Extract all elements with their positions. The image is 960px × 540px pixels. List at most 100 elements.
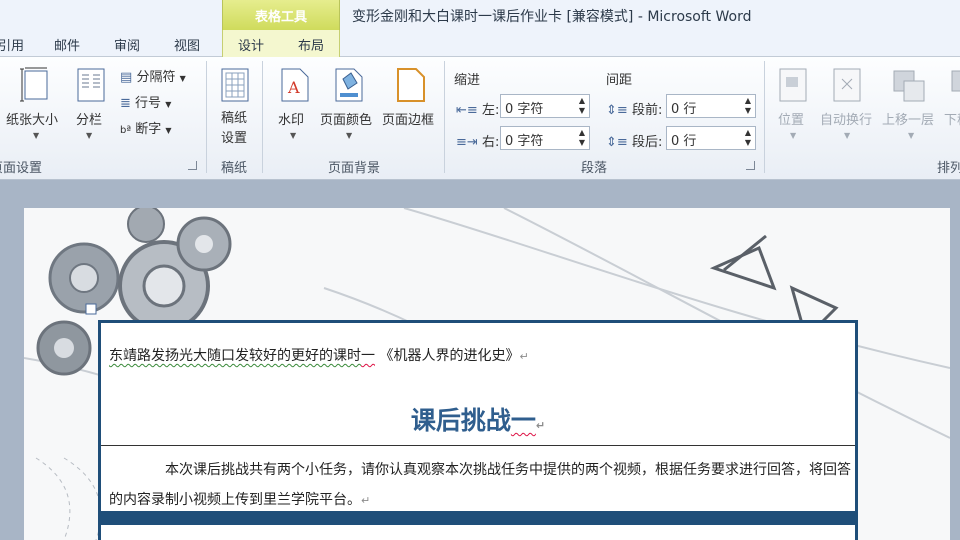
spinner-arrows-icon[interactable]: ▲ ▼ [579, 96, 585, 116]
paragraph-launcher[interactable] [746, 161, 755, 170]
document-paragraph[interactable]: 本次课后挑战共有两个小任务，请你认真观察本次挑战任务中提供的两个视频，根据任务要… [109, 455, 854, 516]
heading-text-b: 一 [510, 406, 536, 435]
indent-left-input[interactable]: 0 字符 ▲ ▼ [500, 94, 590, 118]
breaks-button[interactable]: ▤ 分隔符 ▼ [120, 66, 186, 85]
page-color-button[interactable]: 页面颜色 [320, 109, 372, 128]
ribbon-tab-bar: 引用 邮件 审阅 视图 设计 布局 [0, 30, 960, 57]
close-button[interactable] [930, 4, 960, 24]
spinner-arrows-icon[interactable]: ▲ ▼ [579, 128, 585, 148]
group-separator [444, 61, 445, 173]
indent-heading: 缩进 [454, 73, 481, 88]
paragraph-mark: ↵ [361, 494, 371, 507]
document-area[interactable]: 东靖路发扬光大随口发较好的更好的课时一 《机器人界的进化史》↵ 课后挑战一↵ 本… [0, 180, 960, 540]
page-setup-group-label: 页面设置 [0, 161, 42, 176]
send-backward-button[interactable]: 下移 [944, 109, 960, 128]
page-setup-launcher[interactable] [188, 161, 197, 170]
hyphenation-icon: bª [120, 125, 132, 136]
wrap-text-dropdown-icon: ▼ [844, 131, 851, 140]
indent-left-label: ⇤≡ 左: [456, 99, 499, 118]
indent-right-input[interactable]: 0 字符 ▲ ▼ [500, 126, 590, 150]
page-color-dropdown-icon: ▼ [346, 131, 353, 140]
paper-size-icon [20, 67, 48, 102]
columns-button[interactable]: 分栏 [76, 109, 102, 128]
manuscript-group-label: 稿纸 [220, 161, 247, 176]
position-button[interactable]: 位置 [778, 109, 804, 128]
watermark-dropdown-icon: ▼ [290, 131, 297, 140]
tab-layout[interactable]: 布局 [298, 35, 324, 54]
heading-text-a: 课后挑战 [410, 406, 511, 435]
spacing-after-label: ⇕≡ 段后: [606, 131, 662, 150]
paper-size-dropdown-icon: ▼ [33, 131, 40, 140]
line-numbers-icon: ≣ [120, 96, 131, 111]
indent-left-value: 0 字符 [505, 102, 544, 117]
document-heading[interactable]: 课后挑战一↵ [101, 401, 855, 437]
tab-review[interactable]: 审阅 [114, 35, 140, 54]
indent-right-label: ≡⇥ 右: [456, 131, 499, 150]
page-borders-button[interactable]: 页面边框 [382, 109, 434, 128]
spacing-before-label: ⇕≡ 段前: [606, 99, 662, 118]
arrange-group-label: 排列 [936, 161, 960, 176]
manuscript-icon [221, 68, 249, 102]
indent-left-text: 左: [481, 103, 500, 118]
spacing-before-value: 0 行 [671, 102, 697, 117]
columns-dropdown-icon: ▼ [86, 131, 93, 140]
spacing-before-input[interactable]: 0 行 ▲ ▼ [666, 94, 756, 118]
bring-forward-icon [893, 70, 925, 102]
bring-forward-dropdown-icon: ▼ [908, 131, 915, 140]
tab-design[interactable]: 设计 [238, 35, 264, 54]
spacing-before-text: 段前: [631, 103, 663, 118]
table-move-handle-icon [85, 303, 97, 315]
columns-icon [77, 68, 105, 102]
window-title: 变形金刚和大白课时一课后作业卡 [兼容模式] - Microsoft Word [352, 9, 752, 25]
page-background-group-label: 页面背景 [327, 161, 380, 176]
breaks-icon: ▤ [120, 70, 133, 85]
document-line-1[interactable]: 东靖路发扬光大随口发较好的更好的课时一 《机器人界的进化史》↵ [109, 345, 529, 365]
paragraph-mark: ↵ [535, 419, 546, 432]
watermark-icon: A [281, 68, 309, 102]
indent-right-icon: ≡⇥ [456, 135, 478, 150]
document-page[interactable]: 东靖路发扬光大随口发较好的更好的课时一 《机器人界的进化史》↵ 课后挑战一↵ 本… [24, 208, 950, 540]
hyphenation-button[interactable]: bª 断字 ▼ [120, 118, 172, 137]
paragraph-mark: ↵ [519, 350, 529, 363]
document-table[interactable]: 东靖路发扬光大随口发较好的更好的课时一 《机器人界的进化史》↵ 课后挑战一↵ 本… [98, 320, 858, 540]
restore-button[interactable] [888, 4, 928, 24]
indent-left-icon: ⇤≡ [456, 103, 478, 118]
wrap-text-icon [833, 68, 861, 102]
tab-references[interactable]: 引用 [0, 35, 24, 54]
spacing-after-text: 段后: [631, 135, 663, 150]
line1-text-a: 东靖路发扬光大随口发较好的更好的课时 [109, 348, 361, 364]
minimize-button[interactable] [844, 4, 884, 24]
indent-right-text: 右: [481, 135, 500, 150]
wrap-text-button[interactable]: 自动换行 [820, 109, 872, 128]
line-numbers-button[interactable]: ≣ 行号 ▼ [120, 92, 171, 111]
position-dropdown-icon: ▼ [790, 131, 797, 140]
table-row-divider [101, 445, 855, 446]
spacing-after-icon: ⇕≡ [606, 135, 628, 150]
group-separator [262, 61, 263, 173]
page-color-icon [335, 68, 363, 102]
paragraph-group-label: 段落 [580, 161, 607, 176]
indent-right-value: 0 字符 [505, 134, 544, 149]
table-tools-label: 表格工具 [254, 10, 307, 25]
watermark-button[interactable]: 水印 [278, 109, 304, 128]
send-backward-icon [951, 70, 960, 92]
bring-forward-button[interactable]: 上移一层 [882, 109, 934, 128]
hyphenation-dropdown-icon: ▼ [165, 126, 172, 135]
breaks-label: 分隔符 [136, 70, 176, 85]
position-icon [779, 68, 807, 102]
paper-size-button[interactable]: 纸张大小 [6, 109, 58, 128]
svg-text:A: A [287, 78, 300, 97]
tab-view[interactable]: 视图 [174, 35, 200, 54]
breaks-dropdown-icon: ▼ [179, 74, 186, 83]
tab-mailings[interactable]: 邮件 [54, 35, 80, 54]
manuscript-settings-button[interactable]: 稿纸设置 [218, 109, 250, 149]
paragraph-text: 本次课后挑战共有两个小任务，请你认真观察本次挑战任务中提供的两个视频，根据任务要… [109, 462, 851, 508]
title-bar: 表格工具 变形金刚和大白课时一课后作业卡 [兼容模式] - Microsoft … [0, 0, 960, 30]
spinner-arrows-icon[interactable]: ▲ ▼ [745, 128, 751, 148]
spinner-arrows-icon[interactable]: ▲ ▼ [745, 96, 751, 116]
spacing-after-input[interactable]: 0 行 ▲ ▼ [666, 126, 756, 150]
page-borders-icon [397, 68, 425, 102]
group-separator [764, 61, 765, 173]
spacing-heading: 间距 [606, 73, 633, 88]
group-separator [206, 61, 207, 173]
